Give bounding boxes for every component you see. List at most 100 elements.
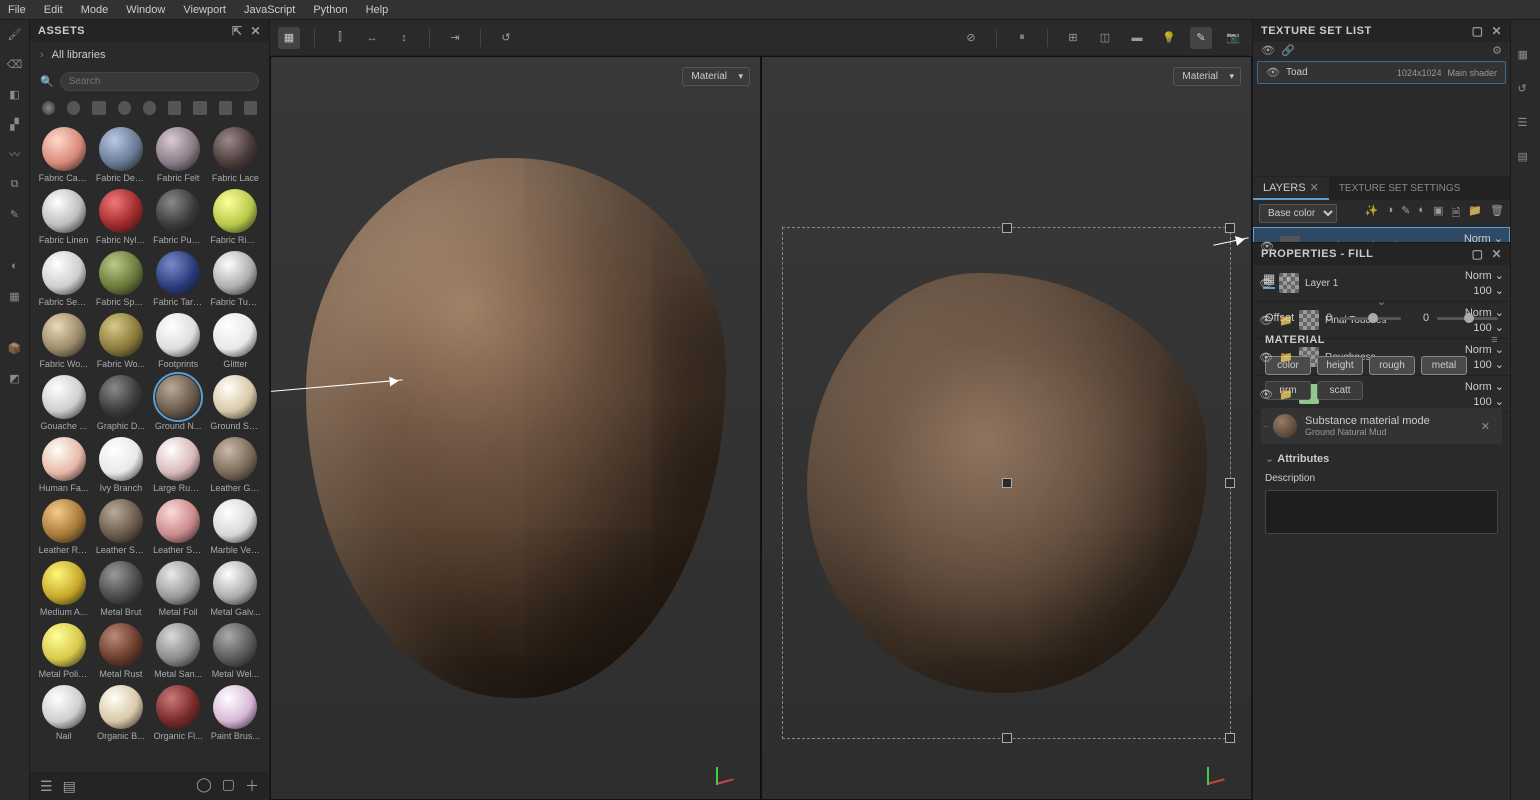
link-icon[interactable]: 🔗	[1281, 44, 1295, 57]
eraser-tool-icon[interactable]: ⌫	[7, 56, 23, 72]
filter-material-icon[interactable]	[42, 101, 55, 115]
asset-item[interactable]: Fabric Linen	[38, 189, 89, 245]
eye-icon[interactable]: 👁	[1266, 66, 1280, 79]
asset-item[interactable]: Metal San...	[153, 623, 204, 679]
asset-item[interactable]: Leather Re...	[38, 499, 89, 555]
filter-env-icon[interactable]	[219, 101, 232, 115]
filter-mesh-icon[interactable]	[168, 101, 181, 115]
menu-viewport[interactable]: Viewport	[183, 4, 226, 16]
smudge-tool-icon[interactable]: 〰	[7, 146, 23, 162]
brush-tool-icon[interactable]: 🖌	[7, 26, 23, 42]
asset-item[interactable]: Ground Sa...	[210, 375, 261, 431]
asset-item[interactable]: Metal Polis...	[38, 623, 89, 679]
channel-height-button[interactable]: height	[1317, 356, 1363, 375]
asset-item[interactable]: Leather Gr...	[210, 437, 261, 493]
viewport-2d[interactable]: Material	[761, 56, 1252, 800]
asset-item[interactable]: Medium A...	[38, 561, 89, 617]
asset-item[interactable]: Graphic D...	[95, 375, 146, 431]
folder-icon[interactable]: ▢	[222, 776, 235, 796]
asset-item[interactable]: Fabric Wo...	[38, 313, 89, 369]
menu-window[interactable]: Window	[126, 4, 165, 16]
menu-help[interactable]: Help	[366, 4, 389, 16]
channel-dropdown[interactable]: Base color	[1259, 204, 1337, 223]
add-icon[interactable]: ＋	[245, 776, 259, 796]
chevron-down-icon[interactable]: ⌄	[1253, 295, 1510, 308]
texture-set-item[interactable]: 👁 Toad 1024x1024 Main shader	[1257, 61, 1506, 84]
filter-texture-icon[interactable]	[92, 101, 105, 115]
maximize-icon[interactable]: ▢	[1472, 24, 1484, 38]
tab-layers[interactable]: LAYERS✕	[1253, 177, 1329, 200]
library-icon[interactable]: ▤	[1518, 150, 1534, 166]
asset-item[interactable]: Fabric Puc...	[153, 189, 204, 245]
asset-item[interactable]: Footprints	[153, 313, 204, 369]
asset-item[interactable]: Fabric Can...	[38, 127, 89, 183]
asset-item[interactable]: Fabric Wo...	[95, 313, 146, 369]
offset-x-slider[interactable]	[1340, 317, 1401, 320]
tab-texture-set-settings[interactable]: TEXTURE SET SETTINGS	[1329, 179, 1471, 200]
filter-smart-material-icon[interactable]	[67, 101, 80, 115]
close-icon[interactable]: ✕	[1491, 247, 1502, 261]
menu-python[interactable]: Python	[313, 4, 347, 16]
viewport-2d-mode-dropdown[interactable]: Material	[1173, 67, 1241, 86]
log-icon[interactable]: ☰	[1518, 116, 1534, 132]
pop-out-icon[interactable]: ⇱	[232, 24, 243, 38]
asset-item[interactable]: Human Fa...	[38, 437, 89, 493]
asset-item[interactable]: Large Rust...	[153, 437, 204, 493]
polygon-fill-icon[interactable]: ▞	[7, 116, 23, 132]
assets-breadcrumb[interactable]: › All libraries	[30, 42, 269, 68]
import-icon[interactable]: ⇥	[444, 27, 466, 49]
assets-search-input[interactable]	[60, 72, 259, 91]
close-icon[interactable]: ✕	[1491, 24, 1502, 38]
filter-shader-icon[interactable]	[193, 101, 206, 115]
asset-item[interactable]: Organic Fl...	[153, 685, 204, 741]
refresh-icon[interactable]: ◯	[196, 776, 212, 796]
visibility-all-icon[interactable]: 👁	[1261, 44, 1275, 57]
asset-item[interactable]: Metal Wel...	[210, 623, 261, 679]
add-adjustment-icon[interactable]: ◐	[1418, 204, 1425, 223]
asset-item[interactable]: Fabric Felt	[153, 127, 204, 183]
add-folder-icon[interactable]: 📁	[1468, 204, 1482, 223]
eye-icon[interactable]: 👁	[1259, 425, 1273, 428]
grid-view-icon[interactable]: ▤	[63, 778, 76, 795]
eye-icon[interactable]: 👁	[1259, 388, 1273, 401]
menu-javascript[interactable]: JavaScript	[244, 4, 295, 16]
close-icon[interactable]: ✕	[250, 24, 261, 38]
geometry-icon[interactable]: ◩	[7, 370, 23, 386]
close-icon[interactable]: ✕	[1310, 182, 1319, 194]
mirror-x-icon[interactable]: ↔	[361, 27, 383, 49]
add-fill-layer-icon[interactable]: ▣	[1433, 204, 1443, 223]
description-textarea[interactable]	[1265, 490, 1498, 534]
history-icon[interactable]: ↺	[1518, 82, 1534, 98]
filter-brush-icon[interactable]	[118, 101, 131, 115]
delete-icon[interactable]: 🗑	[1490, 204, 1504, 223]
add-layer-icon[interactable]: 🗎	[1451, 204, 1460, 223]
material-picker-icon[interactable]: ◐	[7, 258, 23, 274]
asset-item[interactable]: Nail	[38, 685, 89, 741]
list-view-icon[interactable]: ☰	[40, 778, 53, 795]
iray-icon[interactable]: ✎	[1190, 27, 1212, 49]
camera-settings-icon[interactable]: ⊞	[1062, 27, 1084, 49]
texture-set-icon[interactable]: ▦	[1518, 48, 1534, 64]
asset-item[interactable]: Fabric Seam	[38, 251, 89, 307]
screenshot-icon[interactable]: 📷	[1222, 27, 1244, 49]
history-icon[interactable]: ↺	[495, 27, 517, 49]
perspective-icon[interactable]: ◫	[1094, 27, 1116, 49]
remove-material-icon[interactable]: ✕	[1481, 420, 1490, 433]
add-effect-icon[interactable]: ✎	[1401, 204, 1410, 223]
toolbox-icon[interactable]: 📦	[7, 340, 23, 356]
viewport-3d[interactable]: Material	[270, 56, 761, 800]
asset-item[interactable]: Gouache ...	[38, 375, 89, 431]
tab-material-icon[interactable]: ◐	[1285, 271, 1293, 289]
offset-y-slider[interactable]	[1437, 317, 1498, 320]
asset-item[interactable]: Metal Rust	[95, 623, 146, 679]
eye-icon[interactable]: 👁	[1259, 314, 1273, 327]
asset-item[interactable]: Fabric Den...	[95, 127, 146, 183]
filter-alpha-icon[interactable]	[143, 101, 156, 115]
filter-grid-icon[interactable]	[244, 101, 257, 115]
asset-item[interactable]: Fabric Nylon	[95, 189, 146, 245]
asset-item[interactable]: Fabric Spa...	[95, 251, 146, 307]
symmetry-icon[interactable]: ⫿	[329, 27, 351, 49]
asset-item[interactable]: Metal Brut	[95, 561, 146, 617]
asset-item[interactable]: Leather Su...	[153, 499, 204, 555]
clone-tool-icon[interactable]: ⧉	[7, 176, 23, 192]
